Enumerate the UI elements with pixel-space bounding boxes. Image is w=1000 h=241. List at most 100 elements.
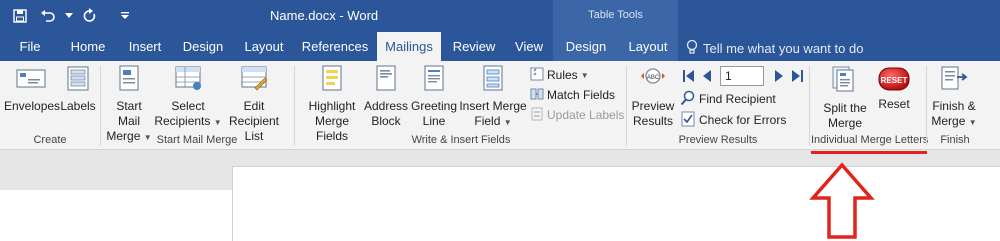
rules-button[interactable]: Rules ▼ — [530, 65, 589, 85]
group-label-preview-results: Preview Results — [678, 134, 758, 146]
highlight-merge-fields-label: Highlight — [308, 99, 356, 113]
split-the-merge-label-2: Merge — [827, 116, 862, 130]
select-recipients-button[interactable]: Select Recipients ▼ — [154, 64, 222, 130]
first-record-icon[interactable] — [682, 67, 696, 85]
dropdown-caret-icon: ▼ — [580, 70, 589, 80]
address-block-button[interactable]: Address Block — [364, 64, 408, 129]
update-labels-button[interactable]: Update Labels — [530, 105, 624, 125]
start-mail-merge-icon — [104, 64, 154, 96]
envelope-icon — [4, 64, 58, 96]
annotation-arrow-icon — [809, 162, 875, 241]
find-recipient-icon — [680, 90, 696, 109]
tab-file[interactable]: File — [10, 32, 50, 61]
quick-access-toolbar — [8, 5, 134, 27]
lightbulb-icon — [686, 39, 698, 58]
check-for-errors-label: Check for Errors — [699, 113, 787, 127]
edit-recipient-list-label: Edit — [243, 99, 265, 113]
check-for-errors-button[interactable]: Check for Errors — [680, 110, 786, 130]
address-block-icon — [364, 64, 408, 96]
group-separator — [926, 66, 927, 146]
undo-dropdown-icon[interactable] — [64, 5, 74, 27]
save-icon[interactable] — [8, 5, 32, 27]
preview-results-button[interactable]: ABC Preview Results — [630, 64, 676, 129]
envelopes-button[interactable]: Envelopes — [4, 64, 60, 114]
tab-view[interactable]: View — [508, 32, 550, 61]
match-fields-icon — [530, 87, 544, 104]
tell-me-box[interactable]: Tell me what you want to do — [686, 39, 863, 58]
preview-results-label-2: Results — [632, 114, 673, 128]
greeting-line-label: Greeting — [410, 99, 458, 113]
annotation-underline — [811, 151, 927, 154]
preview-results-label: Preview — [631, 99, 675, 113]
customize-qat-icon[interactable] — [116, 5, 134, 27]
last-record-icon[interactable] — [790, 67, 804, 85]
redo-icon[interactable] — [78, 5, 102, 27]
dropdown-caret-icon: ▼ — [503, 118, 512, 127]
group-label-write-insert-fields: Write & Insert Fields — [411, 134, 511, 146]
group-separator — [626, 66, 627, 146]
match-fields-button[interactable]: Match Fields — [530, 85, 615, 105]
tab-references[interactable]: References — [298, 32, 372, 61]
window-title: Name.docx - Word — [270, 8, 379, 23]
dropdown-caret-icon: ▼ — [968, 118, 977, 127]
check-errors-icon — [680, 111, 696, 130]
tell-me-placeholder: Tell me what you want to do — [703, 41, 864, 56]
left-margin-area — [0, 190, 232, 241]
highlight-merge-fields-button[interactable]: Highlight Merge Fields — [298, 64, 366, 144]
greeting-line-label-2: Line — [422, 114, 446, 128]
group-label-individual-merge-letters: Individual Merge Letters — [811, 134, 929, 146]
greeting-line-icon — [410, 64, 458, 96]
group-separator — [809, 66, 810, 146]
start-mail-merge-button[interactable]: Start Mail Merge ▼ — [104, 64, 154, 145]
previous-record-icon[interactable] — [700, 67, 714, 85]
reset-icon: RESET — [878, 64, 910, 94]
preview-results-icon: ABC — [630, 64, 676, 96]
select-recipients-label-2: Recipients — [154, 114, 211, 128]
insert-merge-field-button[interactable]: Insert Merge Field ▼ — [458, 64, 528, 130]
update-labels-icon — [530, 107, 544, 124]
record-number-input[interactable]: 1 — [720, 66, 764, 86]
title-bar: Name.docx - Word Table Tools — [0, 0, 1000, 32]
labels-button[interactable]: Labels — [60, 64, 96, 114]
undo-icon[interactable] — [36, 5, 60, 27]
update-labels-label: Update Labels — [547, 108, 625, 122]
tab-insert[interactable]: Insert — [120, 32, 170, 61]
tab-layout[interactable]: Layout — [238, 32, 290, 61]
tab-design[interactable]: Design — [176, 32, 230, 61]
rules-icon — [530, 67, 544, 84]
group-label-start-mail-merge: Start Mail Merge — [156, 134, 238, 146]
highlight-merge-fields-icon — [298, 64, 366, 96]
reset-badge-text: RESET — [880, 76, 908, 85]
group-label-finish: Finish — [940, 134, 970, 146]
document-page[interactable] — [232, 166, 1000, 241]
next-record-icon[interactable] — [772, 67, 786, 85]
labels-icon — [60, 64, 96, 96]
reset-button[interactable]: RESET Reset — [872, 64, 916, 112]
tab-review[interactable]: Review — [448, 32, 500, 61]
find-recipient-button[interactable]: Find Recipient — [680, 89, 776, 109]
ribbon-mailings: Envelopes Labels Create Start Mail Merge… — [0, 61, 1000, 150]
start-mail-merge-label: Start Mail — [116, 99, 142, 128]
labels-label: Labels — [60, 99, 96, 113]
finish-and-merge-button[interactable]: Finish & Merge ▼ — [930, 64, 978, 130]
tab-table-layout[interactable]: Layout — [620, 32, 676, 61]
greeting-line-button[interactable]: Greeting Line — [410, 64, 458, 129]
split-merge-icon — [814, 64, 876, 98]
find-recipient-label: Find Recipient — [699, 92, 776, 106]
tab-home[interactable]: Home — [62, 32, 114, 61]
split-the-merge-label: Split the — [823, 101, 867, 115]
match-fields-label: Match Fields — [547, 88, 616, 102]
finish-and-merge-label: Finish & — [932, 99, 976, 113]
address-block-label: Address — [364, 99, 409, 113]
insert-merge-field-label-2: Field — [474, 114, 501, 128]
insert-merge-field-icon — [458, 64, 528, 96]
rules-label: Rules — [547, 68, 578, 82]
tab-table-design[interactable]: Design — [560, 32, 612, 61]
tab-mailings[interactable]: Mailings — [377, 32, 441, 62]
edit-recipient-list-button[interactable]: Edit Recipient List — [218, 64, 290, 144]
finish-and-merge-label-2: Merge — [931, 114, 966, 128]
group-separator — [100, 66, 101, 146]
split-the-merge-button[interactable]: Split the Merge — [814, 64, 876, 131]
group-label-create: Create — [33, 134, 67, 146]
finish-merge-icon — [930, 64, 978, 96]
